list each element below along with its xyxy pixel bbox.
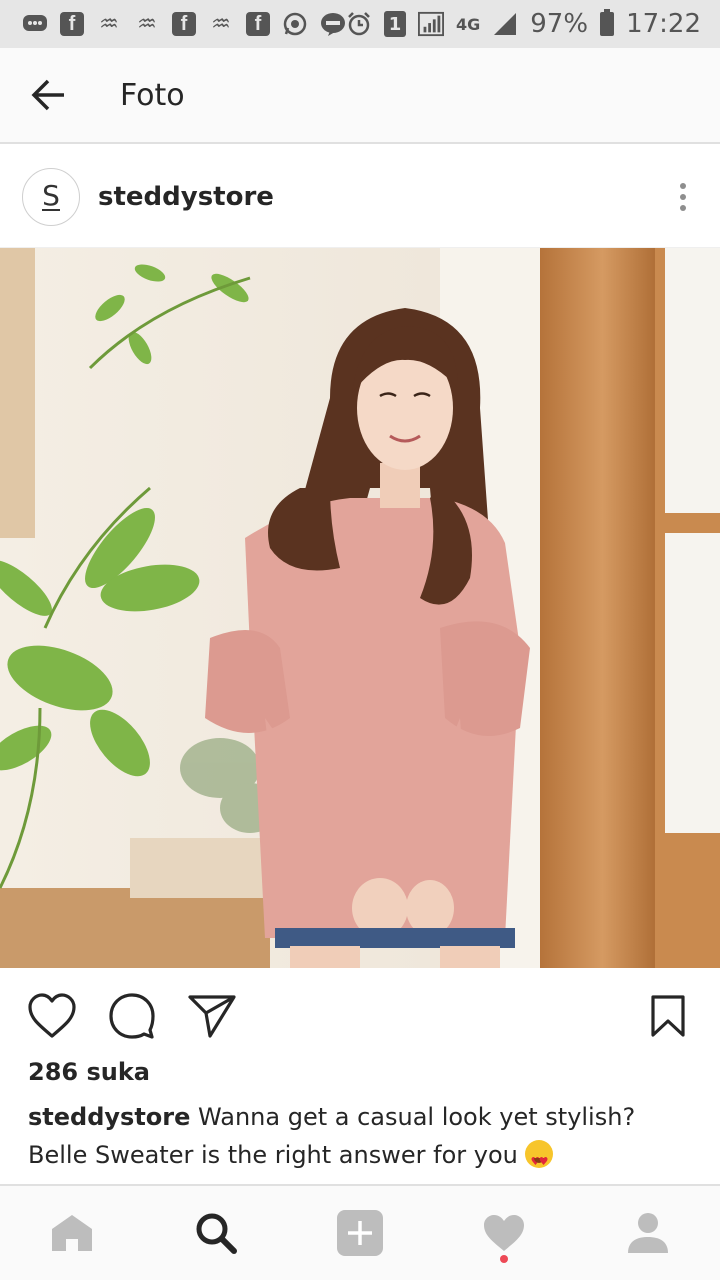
notification-icons: f ♒ ♒ f ♒ f — [22, 11, 346, 37]
avatar[interactable]: S — [22, 167, 80, 226]
battery-icon — [600, 9, 615, 36]
uc-browser-icon: ♒ — [99, 11, 119, 37]
post-actions — [0, 985, 720, 1047]
post-header: S steddystore — [0, 146, 720, 248]
signal-box-icon — [418, 11, 444, 37]
search-icon — [196, 1213, 237, 1254]
share-button[interactable] — [184, 988, 240, 1044]
battery-percent: 97% — [530, 9, 589, 39]
uc-browser-icon: ♒ — [211, 11, 231, 37]
nav-new-post[interactable] — [320, 1193, 400, 1273]
post-username[interactable]: steddystore — [98, 182, 274, 212]
facebook-icon: f — [246, 12, 270, 36]
status-bar: f ♒ ♒ f ♒ f 1 4G 97% 17:22 — [0, 0, 720, 48]
nav-home[interactable] — [32, 1193, 112, 1273]
page-title: Foto — [120, 77, 185, 113]
more-options-button[interactable] — [668, 167, 698, 227]
nav-activity[interactable] — [464, 1193, 544, 1273]
add-post-icon — [337, 1210, 383, 1256]
arrow-left-icon — [31, 79, 64, 111]
facebook-icon: f — [172, 12, 196, 36]
send-icon — [188, 995, 236, 1038]
avatar-letter: S — [42, 178, 60, 212]
system-indicators: 1 4G 97% 17:22 — [346, 9, 701, 39]
nav-search[interactable] — [176, 1193, 256, 1273]
heart-icon — [28, 993, 76, 1038]
heart-eyes-emoji-icon — [525, 1140, 554, 1181]
photo-illustration — [0, 248, 720, 968]
save-button[interactable] — [640, 988, 696, 1044]
signal-strength-icon — [492, 11, 518, 37]
app-header: Foto — [0, 48, 720, 144]
like-button[interactable] — [24, 988, 80, 1044]
post-photo[interactable] — [0, 248, 720, 968]
sim-badge: 1 — [384, 11, 406, 37]
profile-icon — [628, 1213, 668, 1253]
alarm-icon — [346, 11, 372, 37]
line-icon — [320, 11, 346, 37]
home-icon — [52, 1215, 92, 1251]
caption-username[interactable]: steddystore — [28, 1103, 190, 1131]
dot — [680, 193, 686, 200]
back-button[interactable] — [0, 47, 96, 143]
comment-icon — [109, 993, 155, 1039]
network-type: 4G — [456, 14, 481, 34]
dot — [680, 204, 686, 211]
whatsapp-icon — [282, 11, 308, 37]
comment-button[interactable] — [104, 988, 160, 1044]
clock: 17:22 — [626, 9, 701, 39]
post-caption: steddystore Wanna get a casual look yet … — [28, 1098, 692, 1181]
notification-dot — [500, 1255, 508, 1263]
uc-browser-icon: ♒ — [137, 11, 157, 37]
message-icon — [22, 11, 48, 37]
likes-count[interactable]: 286 suka — [28, 1058, 150, 1086]
bookmark-icon — [651, 995, 685, 1037]
bottom-navigation — [0, 1184, 720, 1280]
nav-profile[interactable] — [608, 1193, 688, 1273]
dot — [680, 182, 686, 189]
facebook-icon: f — [60, 12, 84, 36]
heart-icon — [484, 1215, 524, 1251]
